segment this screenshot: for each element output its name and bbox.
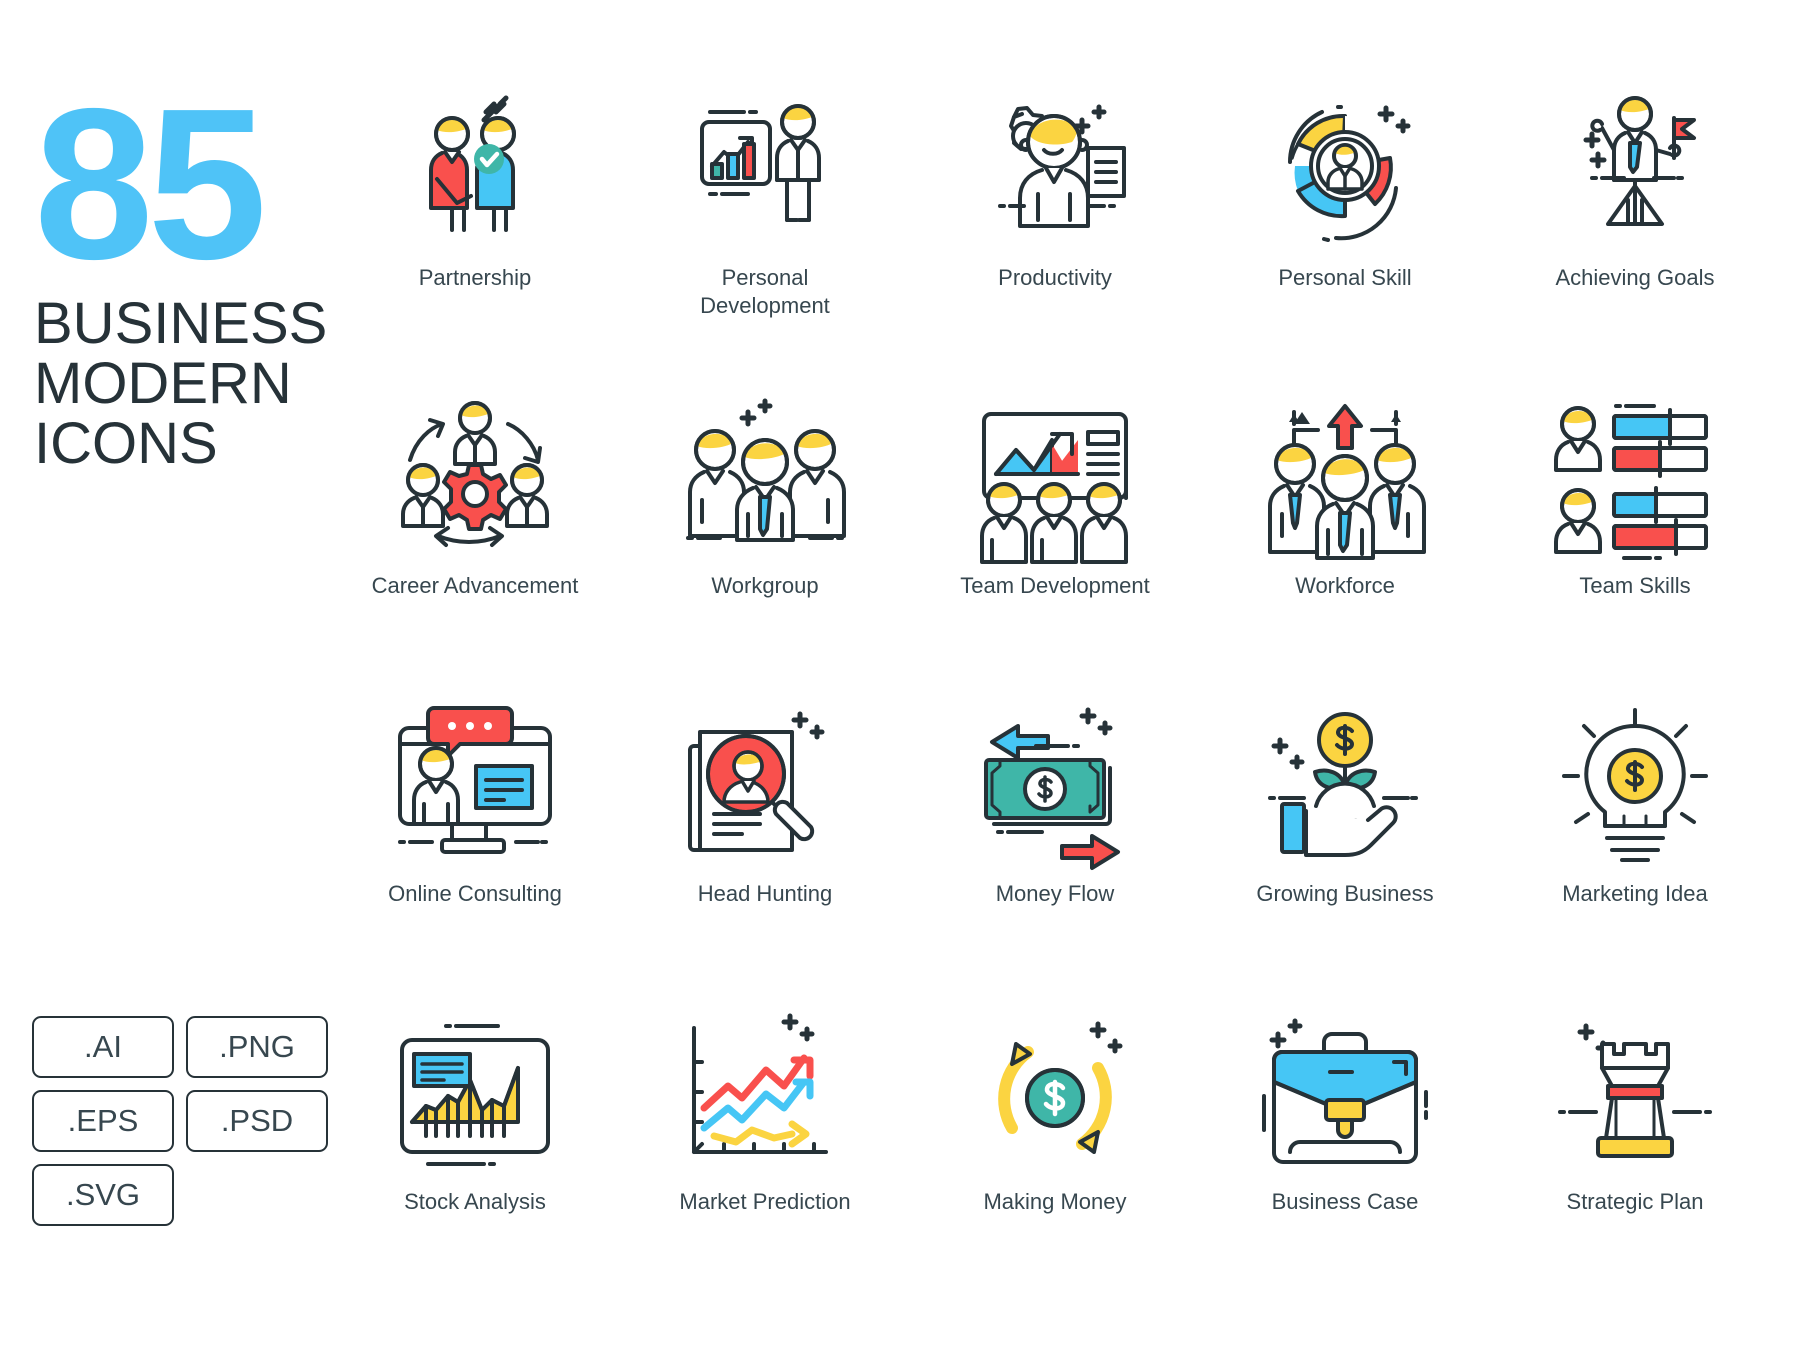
- zigzag-arrows-graph-icon: [680, 1012, 850, 1182]
- icon-label: Personal Development: [700, 265, 830, 319]
- icon-label: Personal Skill: [1278, 265, 1412, 290]
- person-gear-document-icon: [970, 88, 1140, 258]
- icon-cell-workforce[interactable]: Workforce: [1200, 396, 1490, 704]
- icon-label: Achieving Goals: [1555, 265, 1715, 290]
- icon-label: Strategic Plan: [1566, 1189, 1704, 1214]
- icon-cell-business-case[interactable]: Business Case: [1200, 1012, 1490, 1320]
- board-area-chart-team-icon: [970, 396, 1140, 566]
- hand-plant-coin-icon: [1260, 704, 1430, 874]
- icon-cell-market-prediction[interactable]: Market Prediction: [620, 1012, 910, 1320]
- icon-label: Team Development: [960, 573, 1150, 598]
- icon-label: Online Consulting: [388, 881, 562, 906]
- icon-cell-online-consulting[interactable]: Online Consulting: [330, 704, 620, 1012]
- title-line-2: Modern: [34, 351, 292, 417]
- file-format-list: .AI .PNG .EPS .PSD .SVG: [32, 1016, 332, 1226]
- icon-cell-strategic-plan[interactable]: Strategic Plan: [1490, 1012, 1780, 1320]
- person-mountain-flag-icon: [1550, 88, 1720, 258]
- icon-cell-team-skills[interactable]: Team Skills: [1490, 396, 1780, 704]
- icon-cell-money-flow[interactable]: Money Flow: [910, 704, 1200, 1012]
- presentation-bars-person-icon: [680, 88, 850, 258]
- title-line-3: Icons: [34, 410, 218, 476]
- icon-cell-stock-analysis[interactable]: Stock Analysis: [330, 1012, 620, 1320]
- format-badge[interactable]: .AI: [32, 1016, 174, 1078]
- three-people-gear-cycle-icon: [390, 396, 560, 566]
- icon-cell-personal-development[interactable]: Personal Development: [620, 88, 910, 396]
- icon-cell-partnership[interactable]: Partnership: [330, 88, 620, 396]
- circular-arrows-dollar-icon: [970, 1012, 1140, 1182]
- banknote-arrows-icon: [970, 704, 1140, 874]
- icon-cell-career-advancement[interactable]: Career Advancement: [330, 396, 620, 704]
- handshake-partnership-icon: [390, 88, 560, 258]
- icon-label: Workforce: [1295, 573, 1395, 598]
- icon-label: Growing Business: [1256, 881, 1434, 906]
- icon-grid: Partnership Personal Development Product…: [330, 88, 1780, 1320]
- screen-area-chart-icon: [390, 1012, 560, 1182]
- icon-cell-achieving-goals[interactable]: Achieving Goals: [1490, 88, 1780, 396]
- three-people-tie-icon: [680, 396, 850, 566]
- icon-label: Workgroup: [711, 573, 819, 598]
- icon-set-poster: 85 Business Modern Icons .AI .PNG .EPS .…: [0, 0, 1800, 1360]
- chess-rook-icon: [1550, 1012, 1720, 1182]
- team-up-arrow-icon: [1260, 396, 1430, 566]
- icon-cell-head-hunting[interactable]: Head Hunting: [620, 704, 910, 1012]
- icon-cell-productivity[interactable]: Productivity: [910, 88, 1200, 396]
- title-block: 85 Business Modern Icons: [34, 63, 334, 474]
- documents-magnifier-person-icon: [680, 704, 850, 874]
- briefcase-icon: [1260, 1012, 1430, 1182]
- icon-label: Productivity: [998, 265, 1112, 290]
- lightbulb-dollar-icon: [1550, 704, 1720, 874]
- icon-label: Team Skills: [1579, 573, 1691, 598]
- format-badge[interactable]: .SVG: [32, 1164, 174, 1226]
- icon-cell-making-money[interactable]: Making Money: [910, 1012, 1200, 1320]
- icon-label: Stock Analysis: [404, 1189, 546, 1214]
- format-badge[interactable]: .PSD: [186, 1090, 328, 1152]
- donut-chart-avatar-icon: [1260, 88, 1430, 258]
- icon-label: Market Prediction: [679, 1189, 851, 1214]
- icon-label: Money Flow: [995, 881, 1115, 906]
- icon-label: Partnership: [418, 265, 532, 290]
- format-badge[interactable]: .EPS: [32, 1090, 174, 1152]
- title-line-1: Business: [34, 291, 328, 357]
- icon-label: Head Hunting: [697, 881, 833, 906]
- monitor-chat-person-icon: [390, 704, 560, 874]
- icon-cell-marketing-idea[interactable]: Marketing Idea: [1490, 704, 1780, 1012]
- icon-count: 85: [34, 63, 267, 304]
- icon-cell-personal-skill[interactable]: Personal Skill: [1200, 88, 1490, 396]
- icon-label: Marketing Idea: [1562, 881, 1708, 906]
- icon-label: Making Money: [983, 1189, 1127, 1214]
- title-text: Business Modern Icons: [34, 294, 334, 473]
- icon-cell-team-development[interactable]: Team Development: [910, 396, 1200, 704]
- icon-label: Career Advancement: [371, 573, 579, 598]
- icon-label: Business Case: [1271, 1189, 1419, 1214]
- format-badge[interactable]: .PNG: [186, 1016, 328, 1078]
- icon-cell-workgroup[interactable]: Workgroup: [620, 396, 910, 704]
- icon-cell-growing-business[interactable]: Growing Business: [1200, 704, 1490, 1012]
- avatars-progress-bars-icon: [1550, 396, 1720, 566]
